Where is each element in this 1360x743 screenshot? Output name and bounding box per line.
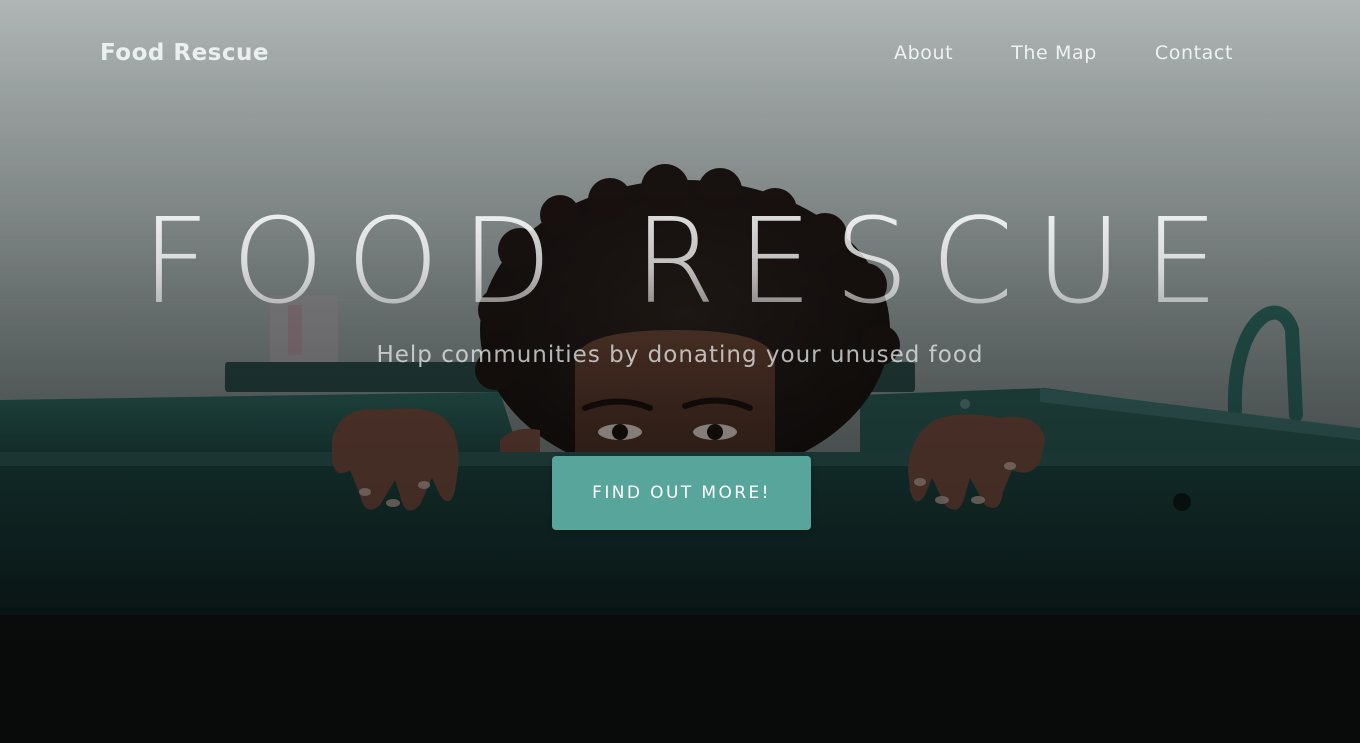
navbar: Food Rescue About The Map Contact bbox=[0, 0, 1360, 110]
hero-title: FOOD RESCUE bbox=[0, 186, 1360, 336]
brand-logo-link[interactable]: Food Rescue bbox=[100, 40, 269, 66]
nav-links: About The Map Contact bbox=[894, 42, 1233, 64]
find-out-more-button[interactable]: FIND OUT MORE! bbox=[552, 456, 811, 530]
nav-link-about[interactable]: About bbox=[894, 42, 953, 64]
hero-section: Food Rescue About The Map Contact FOOD R… bbox=[0, 0, 1360, 743]
hero-background-image bbox=[0, 0, 1360, 743]
hero-subtitle: Help communities by donating your unused… bbox=[376, 342, 984, 368]
nav-link-contact[interactable]: Contact bbox=[1155, 42, 1233, 64]
nav-link-the-map[interactable]: The Map bbox=[1011, 42, 1097, 64]
